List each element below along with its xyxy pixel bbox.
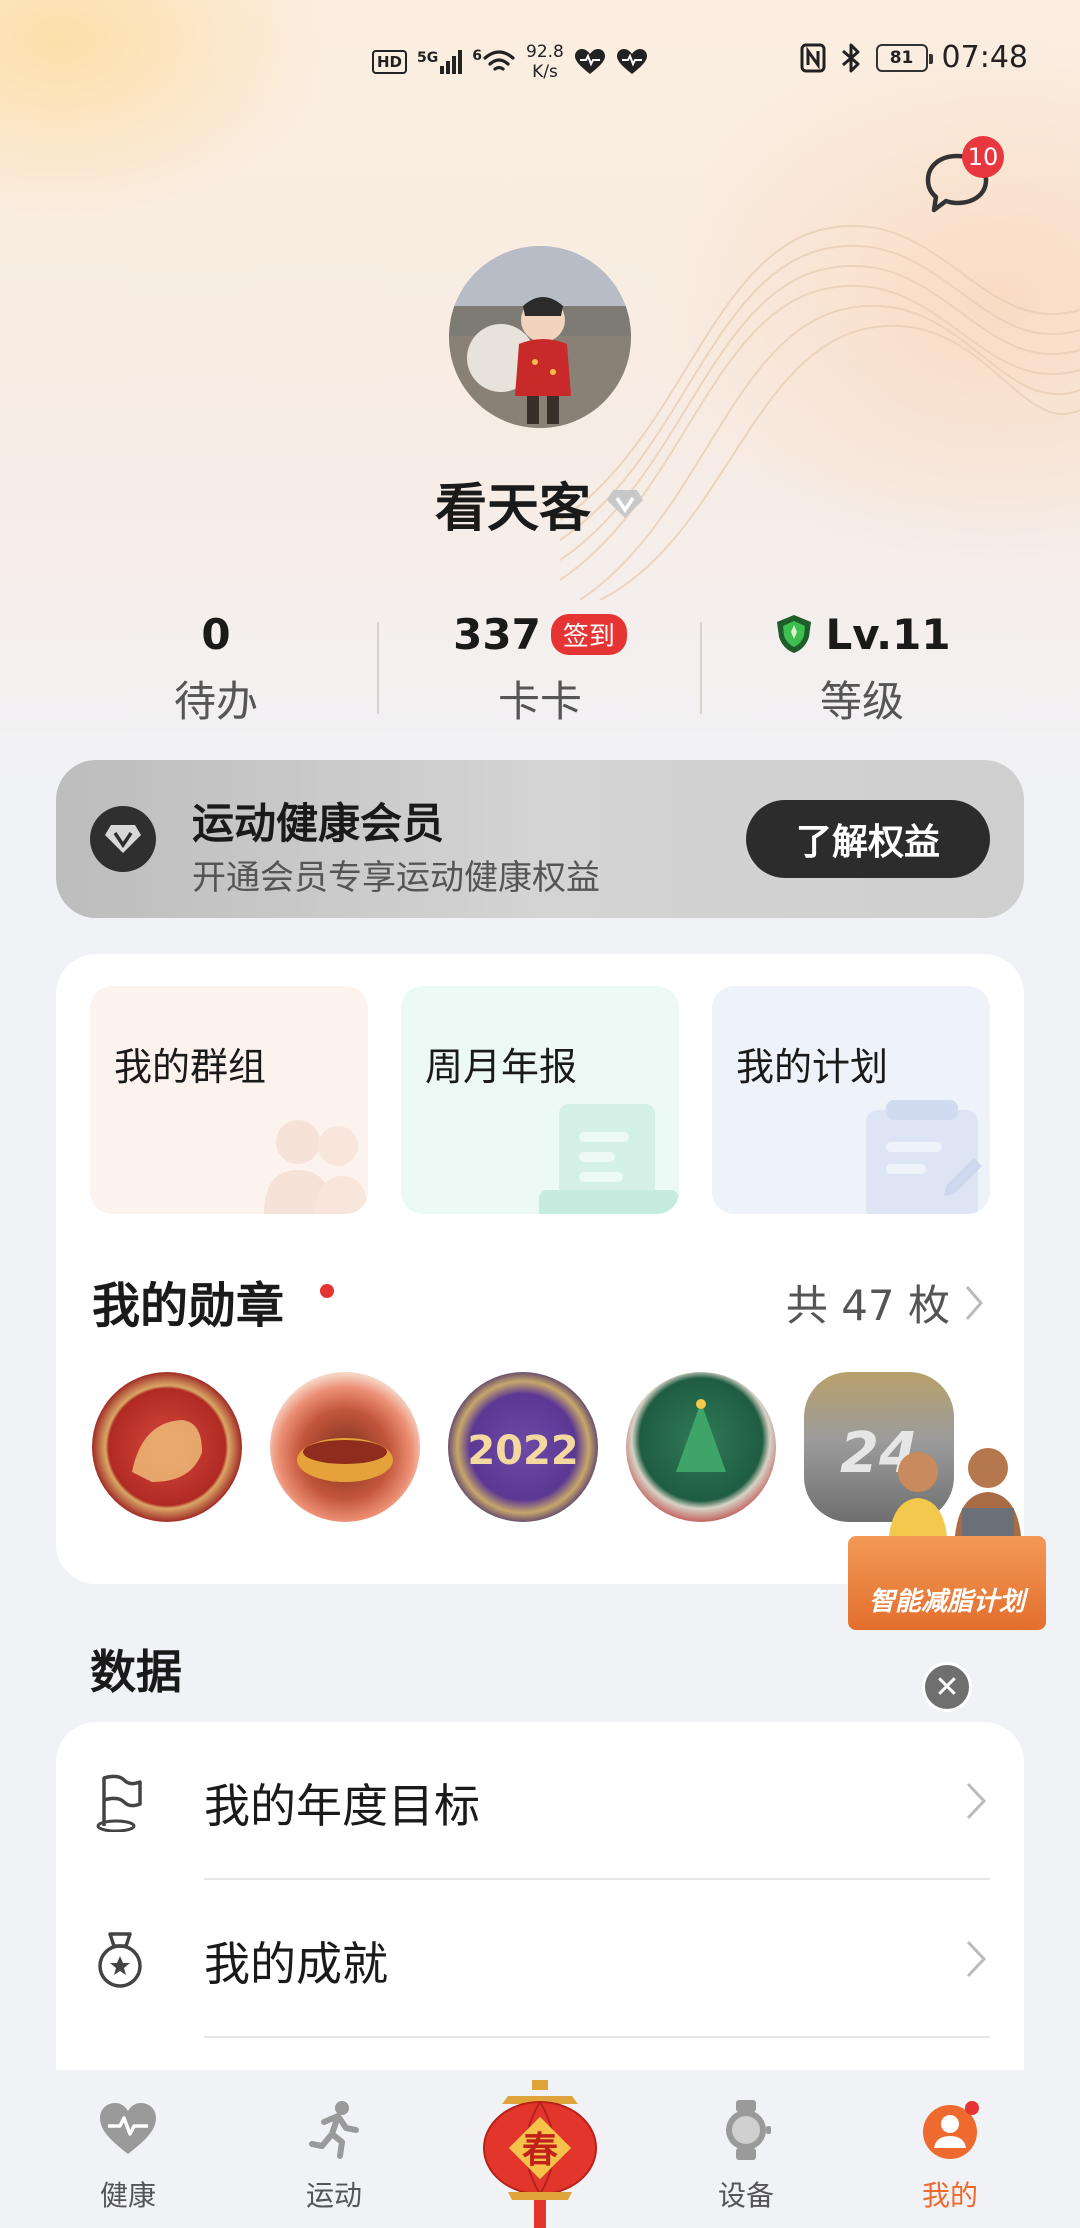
- spring-festival-lantern-icon[interactable]: 春: [478, 2080, 602, 2228]
- stat-level[interactable]: Lv.11 等级: [702, 606, 1022, 729]
- network-speed: 92.8 K/s: [526, 42, 564, 82]
- chevron-right-icon: [965, 1285, 983, 1320]
- nav-label: 设备: [717, 2179, 774, 2212]
- nav-label: 我的: [921, 2179, 978, 2212]
- clock: 07:48: [941, 40, 1028, 75]
- lantern-label: 春: [522, 2129, 558, 2171]
- close-icon[interactable]: ✕: [922, 1662, 972, 1712]
- heart-icon: [574, 49, 605, 74]
- data-list: 我的年度目标 我的成就: [56, 1722, 1024, 2082]
- learn-benefits-button[interactable]: 了解权益: [746, 800, 990, 878]
- status-bar: HD 5G 6 92.8 K/s 81 07:48: [0, 36, 1080, 92]
- tab-devices[interactable]: 设备: [656, 2098, 836, 2214]
- stats-row: 0 待办 337 签到 卡卡 Lv.11 等级: [0, 606, 1080, 729]
- wifi-icon: 6: [472, 48, 516, 76]
- chevron-right-icon: [966, 1782, 987, 1820]
- stat-todo[interactable]: 0 待办: [56, 606, 376, 729]
- medals-count-link[interactable]: 共 47 枚: [786, 1272, 984, 1333]
- row-label: 我的成就: [204, 1937, 388, 1991]
- flag-icon: [96, 1774, 142, 1832]
- membership-subtitle: 开通会员专享运动健康权益: [192, 858, 600, 898]
- plan-icon: [866, 1100, 982, 1214]
- membership-title: 运动健康会员: [192, 799, 445, 848]
- stat-divider: [377, 622, 379, 714]
- medal-christmas[interactable]: [626, 1372, 776, 1522]
- tab-me[interactable]: 我的: [860, 2098, 1040, 2214]
- heart-pulse-icon: [100, 2103, 156, 2154]
- row-divider: [204, 2036, 990, 2038]
- tab-exercise[interactable]: 运动: [244, 2098, 424, 2214]
- checkin-button[interactable]: 签到: [550, 613, 627, 655]
- nfc-icon: [800, 43, 826, 72]
- svg-text:2022: 2022: [467, 1428, 578, 1474]
- nav-label: 健康: [99, 2179, 156, 2212]
- data-section-title: 数据: [90, 1645, 182, 1699]
- membership-vip-icon: [90, 806, 156, 872]
- list-item-achievements[interactable]: 我的成就: [56, 1880, 1024, 2038]
- tile-reports[interactable]: 周月年报: [401, 986, 679, 1214]
- level-label: 等级: [819, 677, 904, 726]
- profile-name-row: 看天客: [0, 466, 1080, 541]
- medals-count: 共 47 枚: [785, 1281, 950, 1330]
- vip-badge-icon: [607, 489, 643, 518]
- tile-my-plans[interactable]: 我的计划: [712, 986, 990, 1214]
- fat-loss-plan-promo[interactable]: 智能减脂计划: [848, 1444, 1048, 1630]
- level-value: Lv.11: [825, 609, 951, 659]
- tile-label: 我的群组: [114, 1045, 267, 1089]
- todo-count: 0: [201, 609, 231, 659]
- message-count-badge: 10: [962, 136, 1004, 178]
- signal-icon: 5G: [417, 50, 463, 74]
- tile-my-groups[interactable]: 我的群组: [90, 986, 368, 1214]
- group-icon: [264, 1120, 368, 1214]
- bluetooth-icon: [841, 43, 860, 72]
- list-item-annual-goal[interactable]: 我的年度目标: [56, 1722, 1024, 1880]
- report-icon: [539, 1104, 679, 1214]
- membership-banner[interactable]: 运动健康会员 开通会员专享运动健康权益 了解权益: [56, 760, 1024, 918]
- user-name: 看天客: [434, 479, 591, 539]
- hd-icon: HD: [372, 50, 408, 74]
- watch-icon: [726, 2100, 771, 2160]
- medal-new-year-2022[interactable]: 2022: [448, 1372, 598, 1522]
- row-label: 我的年度目标: [204, 1779, 480, 1833]
- stat-card[interactable]: 337 签到 卡卡: [380, 606, 700, 729]
- medal-icon: [98, 1932, 142, 1988]
- battery-icon: 81: [875, 43, 933, 72]
- new-medal-dot: [320, 1284, 334, 1298]
- level-shield-icon: [777, 615, 812, 653]
- medals-title: 我的勋章: [92, 1278, 285, 1334]
- medal-laba-porridge[interactable]: [270, 1372, 420, 1522]
- promo-label: 智能减脂计划: [848, 1536, 1046, 1630]
- avatar[interactable]: [449, 246, 631, 428]
- tile-label: 周月年报: [425, 1045, 578, 1089]
- todo-label: 待办: [173, 677, 258, 726]
- heart-rate-icon: [616, 49, 647, 74]
- profile-icon: [923, 2101, 979, 2159]
- medal-tiger-year[interactable]: [92, 1372, 242, 1522]
- running-icon: [309, 2101, 359, 2159]
- card-count: 337: [453, 609, 541, 659]
- tab-health[interactable]: 健康: [38, 2098, 218, 2214]
- card-label: 卡卡: [497, 677, 582, 726]
- nav-label: 运动: [305, 2179, 362, 2212]
- chevron-right-icon: [966, 1940, 987, 1978]
- tile-label: 我的计划: [736, 1045, 889, 1089]
